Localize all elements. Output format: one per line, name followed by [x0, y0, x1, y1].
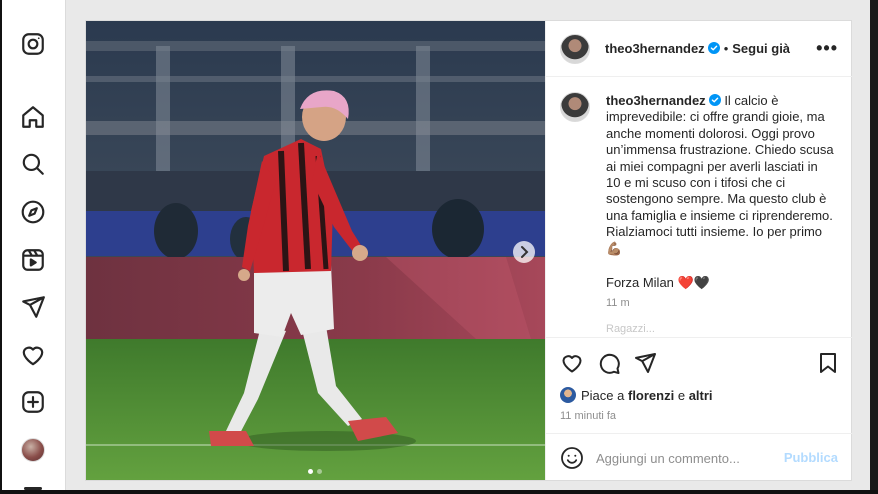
liker-avatar[interactable] [560, 387, 576, 403]
comment-icon[interactable] [597, 351, 621, 375]
caption-time: 11 m [606, 297, 630, 309]
post-card: theo3hernandez • Segui già ••• theo3hernan… [85, 20, 852, 481]
caption-author-username[interactable]: theo3hernandez [606, 93, 706, 108]
caption-author-avatar[interactable] [560, 92, 590, 122]
more-options-button[interactable]: ••• [816, 39, 838, 57]
notifications-icon[interactable] [20, 342, 46, 368]
post-timestamp[interactable]: 11 minuti fa [560, 410, 616, 422]
post-actions [546, 337, 852, 391]
home-icon[interactable] [20, 104, 46, 130]
post-details-panel: theo3hernandez • Segui già ••• theo3hernan… [545, 21, 852, 480]
author-username[interactable]: theo3hernandez [605, 41, 705, 56]
likes-mid: e [674, 388, 689, 403]
publish-button[interactable]: Pubblica [784, 450, 838, 465]
add-comment-bar: Pubblica [546, 433, 852, 480]
emoji-icon[interactable] [560, 446, 584, 470]
separator-dot: • [723, 41, 729, 56]
stadium-photo [86, 21, 545, 480]
post-image[interactable] [86, 21, 545, 480]
create-icon[interactable] [20, 389, 46, 415]
following-button[interactable]: Segui già [732, 41, 790, 56]
explore-icon[interactable] [20, 199, 46, 225]
author-line: theo3hernandez • Segui già [605, 41, 790, 56]
reels-icon[interactable] [20, 247, 46, 273]
likes-summary: Piace a florenzi e altri [560, 387, 713, 403]
liker-username[interactable]: florenzi [628, 388, 674, 403]
carousel-dot-active [308, 469, 313, 474]
carousel-indicator [306, 461, 324, 479]
post-caption: theo3hernandez Il calcio è imprevedibile… [606, 93, 834, 257]
caption-body: Il calcio è imprevedibile: ci offre gran… [606, 93, 834, 256]
instagram-icon[interactable] [20, 31, 46, 57]
messages-icon[interactable] [20, 294, 46, 320]
faded-comment-preview: Ragazzi... [606, 323, 655, 335]
save-bookmark-icon[interactable] [816, 351, 840, 375]
share-icon[interactable] [633, 351, 657, 375]
sidebar [2, 0, 66, 494]
author-avatar[interactable] [560, 34, 590, 64]
comments-section: theo3hernandez Il calcio è imprevedibile… [546, 78, 852, 336]
search-icon[interactable] [20, 151, 46, 177]
comment-input[interactable] [596, 446, 776, 470]
caption-closing: Forza Milan ❤️🖤 [606, 275, 710, 290]
carousel-next-button[interactable] [513, 241, 535, 263]
verified-badge-icon [708, 94, 721, 106]
like-icon[interactable] [560, 351, 584, 375]
chevron-right-icon [521, 246, 529, 258]
carousel-dot [317, 469, 322, 474]
verified-badge-icon [707, 42, 720, 54]
profile-avatar[interactable] [21, 438, 45, 462]
likes-others-link[interactable]: altri [689, 388, 713, 403]
likes-prefix: Piace a [581, 388, 628, 403]
post-header: theo3hernandez • Segui già ••• [546, 21, 852, 77]
